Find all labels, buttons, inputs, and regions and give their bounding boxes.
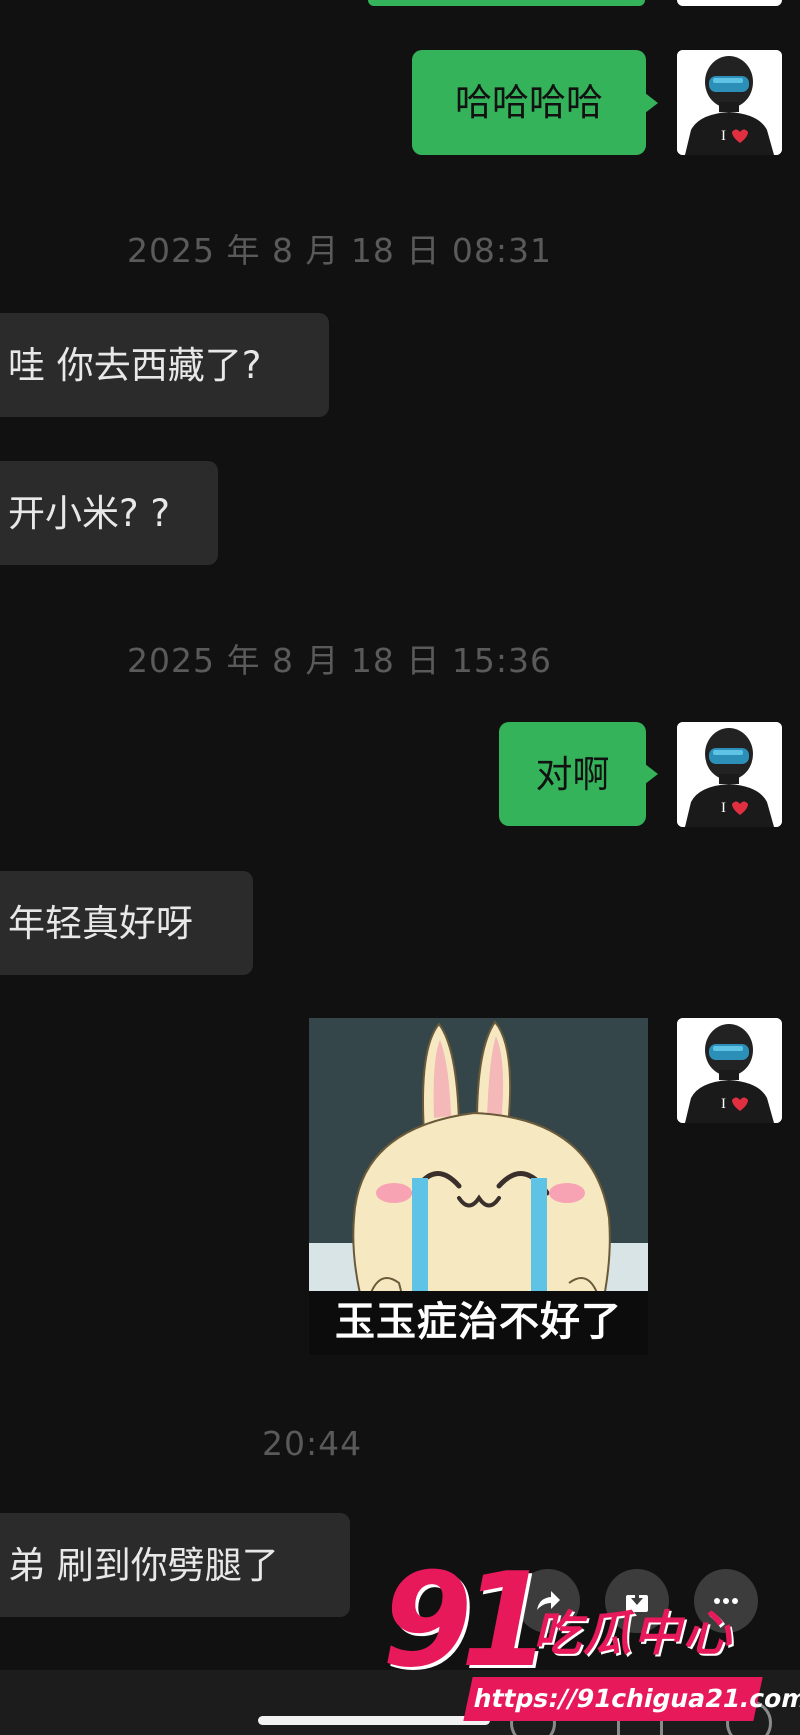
timestamp: 20:44 (262, 1424, 363, 1463)
message-text: 对啊 (535, 752, 610, 796)
watermark-brand: 吃瓜中心 (533, 1606, 734, 1662)
timestamp: 2025 年 8 月 18 日 15:36 (127, 641, 553, 680)
message-bubble-incoming[interactable]: 开小米? ? (0, 461, 218, 565)
avatar[interactable]: I (677, 722, 782, 827)
crying-rabbit-sticker[interactable]: 玉玉症治不好了 (309, 1018, 648, 1355)
helmet-rider-avatar-icon: I (677, 1018, 782, 1123)
partial-avatar[interactable] (677, 0, 782, 6)
watermark-number: 91 (382, 1544, 551, 1696)
message-text: 开小米? ? (8, 491, 171, 535)
message-text: 哈哈哈哈 (455, 81, 603, 124)
avatar-shirt-text: I (721, 800, 726, 816)
avatar-shirt-text: I (721, 1096, 726, 1112)
message-bubble-incoming[interactable]: 年轻真好呀 (0, 871, 253, 975)
avatar[interactable]: I (677, 50, 782, 155)
message-bubble-outgoing[interactable]: 对啊 (499, 722, 646, 826)
home-indicator[interactable] (258, 1716, 490, 1725)
chat-screen: 哈哈哈哈 I 2025 年 8 月 18 日 08:31 哇 你去西藏了? 开小… (0, 0, 800, 1735)
avatar[interactable]: I (677, 1018, 782, 1123)
timestamp: 2025 年 8 月 18 日 08:31 (127, 231, 553, 270)
message-bubble-incoming[interactable]: 哇 你去西藏了? (0, 313, 329, 417)
message-text: 弟 刷到你劈腿了 (8, 1543, 279, 1587)
sticker-caption: 玉玉症治不好了 (309, 1291, 648, 1355)
avatar-shirt-text: I (721, 128, 726, 144)
message-bubble-incoming[interactable]: 弟 刷到你劈腿了 (0, 1513, 350, 1617)
message-text: 年轻真好呀 (8, 901, 193, 945)
helmet-rider-avatar-icon: I (677, 50, 782, 155)
watermark-url[interactable]: https://91chigua21.com (463, 1677, 800, 1721)
helmet-rider-avatar-icon: I (677, 722, 782, 827)
partial-outgoing-bubble[interactable] (368, 0, 645, 6)
message-bubble-outgoing[interactable]: 哈哈哈哈 (412, 50, 646, 155)
message-text: 哇 你去西藏了? (8, 343, 262, 387)
